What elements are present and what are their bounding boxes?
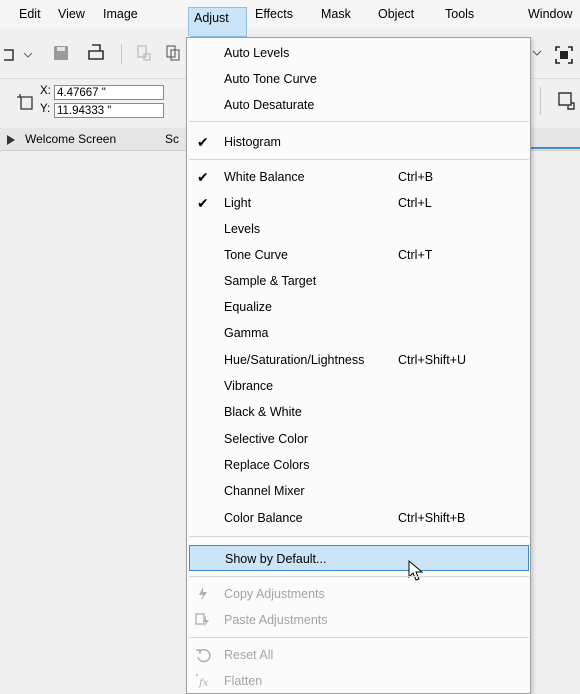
menu-window[interactable]: Window bbox=[523, 0, 577, 28]
menu-separator bbox=[189, 637, 529, 638]
paste-adjustments-icon bbox=[195, 613, 209, 627]
flatten-icon: fx bbox=[196, 674, 209, 689]
checkmark-icon: ✔ bbox=[197, 195, 209, 211]
menu-item-vibrance[interactable]: Vibrance bbox=[187, 373, 530, 399]
fullscreen-icon[interactable] bbox=[554, 45, 574, 65]
menu-item-hue-saturation-lightness[interactable]: Hue/Saturation/Lightness Ctrl+Shift+U bbox=[187, 347, 530, 373]
menu-mask[interactable]: Mask bbox=[316, 0, 356, 28]
chevron-down-icon[interactable] bbox=[532, 48, 542, 58]
cut-icon[interactable] bbox=[136, 44, 154, 62]
menu-edit[interactable]: Edit bbox=[14, 0, 46, 28]
y-position-field[interactable]: 11.94333 " bbox=[54, 103, 164, 118]
shortcut-label: Ctrl+L bbox=[398, 196, 432, 210]
menu-image[interactable]: Image bbox=[98, 0, 143, 28]
menu-bar: Edit View Image Adjust Effects Mask Obje… bbox=[0, 0, 580, 37]
menu-item-selective-color[interactable]: Selective Color bbox=[187, 426, 530, 452]
menu-item-copy-adjustments[interactable]: Copy Adjustments bbox=[187, 581, 530, 607]
menu-item-color-balance[interactable]: Color Balance Ctrl+Shift+B bbox=[187, 505, 530, 531]
menu-separator bbox=[189, 121, 529, 122]
reset-icon bbox=[196, 648, 211, 663]
menu-item-auto-tone-curve[interactable]: Auto Tone Curve bbox=[187, 66, 530, 92]
property-bar: X: 4.47667 " Y: 11.94333 " bbox=[0, 78, 190, 127]
svg-text:fx: fx bbox=[198, 678, 209, 689]
shortcut-label: Ctrl+B bbox=[398, 170, 434, 184]
menu-separator bbox=[189, 536, 529, 537]
menu-item-replace-colors[interactable]: Replace Colors bbox=[187, 452, 530, 478]
propbar-divider bbox=[540, 87, 541, 115]
shortcut-label: Ctrl+Shift+U bbox=[398, 353, 467, 367]
menu-effects[interactable]: Effects bbox=[250, 0, 298, 28]
menu-adjust[interactable]: Adjust bbox=[188, 7, 247, 37]
tab-document[interactable]: Sc bbox=[165, 128, 179, 150]
shortcut-label: Ctrl+T bbox=[398, 248, 433, 262]
menu-item-levels[interactable]: Levels bbox=[187, 216, 530, 242]
menu-view[interactable]: View bbox=[53, 0, 90, 28]
toolbar-divider bbox=[121, 44, 122, 64]
mouse-cursor-icon bbox=[408, 560, 424, 581]
menu-tools[interactable]: Tools bbox=[440, 0, 479, 28]
menu-separator bbox=[189, 159, 529, 160]
menu-item-gamma[interactable]: Gamma bbox=[187, 320, 530, 346]
menu-item-light[interactable]: ✔ Light Ctrl+L bbox=[187, 190, 530, 216]
shortcut-label: Ctrl+Shift+B bbox=[398, 511, 466, 525]
tab-arrow-icon bbox=[7, 135, 15, 145]
active-tab-indicator bbox=[530, 147, 580, 149]
menu-item-reset-all[interactable]: Reset All bbox=[187, 642, 530, 668]
menu-item-histogram[interactable]: ✔ Histogram bbox=[187, 129, 530, 155]
checkmark-icon: ✔ bbox=[197, 134, 209, 150]
menu-item-auto-levels[interactable]: Auto Levels bbox=[187, 40, 530, 66]
menu-item-sample-target[interactable]: Sample & Target bbox=[187, 268, 530, 294]
y-label: Y: bbox=[40, 103, 51, 115]
x-label: X: bbox=[40, 85, 51, 97]
menu-item-paste-adjustments[interactable]: Paste Adjustments bbox=[187, 607, 530, 633]
standard-toolbar bbox=[0, 36, 190, 74]
tab-welcome-screen[interactable]: Welcome Screen bbox=[25, 128, 116, 150]
menu-item-white-balance[interactable]: ✔ White Balance Ctrl+B bbox=[187, 164, 530, 190]
menu-object[interactable]: Object bbox=[373, 0, 419, 28]
menu-item-black-white[interactable]: Black & White bbox=[187, 399, 530, 425]
x-position-field[interactable]: 4.47667 " bbox=[54, 85, 164, 100]
copy-adjustments-icon bbox=[199, 587, 207, 601]
save-icon[interactable] bbox=[52, 44, 70, 62]
property-bar-right bbox=[530, 78, 580, 127]
print-icon[interactable] bbox=[86, 43, 106, 63]
menu-item-show-by-default[interactable]: Show by Default... bbox=[189, 545, 529, 571]
menu-item-flatten[interactable]: fx Flatten bbox=[187, 668, 530, 694]
toolbar-right bbox=[530, 36, 580, 74]
undo-icon[interactable] bbox=[2, 46, 32, 64]
menu-item-equalize[interactable]: Equalize bbox=[187, 294, 530, 320]
copy-icon[interactable] bbox=[165, 44, 187, 62]
adjust-dropdown-menu: Auto Levels Auto Tone Curve Auto Desatur… bbox=[186, 37, 531, 694]
frame-icon[interactable] bbox=[556, 91, 576, 111]
menu-separator bbox=[189, 576, 529, 577]
menu-item-auto-desaturate[interactable]: Auto Desaturate bbox=[187, 92, 530, 118]
checkmark-icon: ✔ bbox=[197, 169, 209, 185]
menu-item-tone-curve[interactable]: Tone Curve Ctrl+T bbox=[187, 242, 530, 268]
menu-item-channel-mixer[interactable]: Channel Mixer bbox=[187, 478, 530, 504]
object-position-icon bbox=[17, 94, 33, 110]
